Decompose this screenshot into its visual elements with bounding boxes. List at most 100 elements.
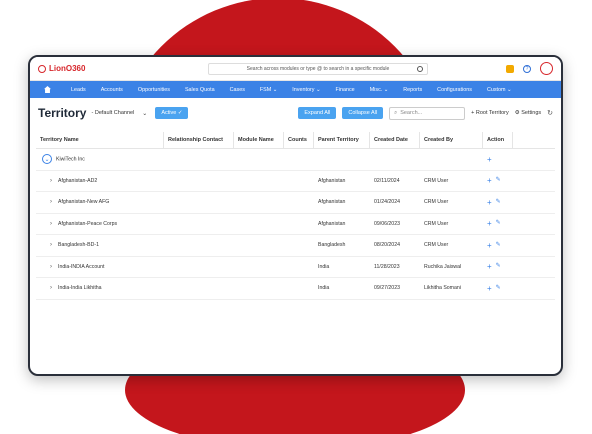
nav-item-custom[interactable]: Custom ⌄	[487, 87, 512, 93]
header-created-by: Created By	[420, 132, 483, 148]
recent-history-icon[interactable]	[417, 65, 423, 72]
refresh-icon[interactable]: ↻	[547, 109, 553, 117]
add-child-icon[interactable]: +	[487, 219, 492, 228]
main-nav: Leads Accounts Opportunities Sales Quota…	[30, 81, 561, 98]
collapse-toggle-icon[interactable]: ⌄	[42, 154, 52, 165]
parent-territory: Afghanistan	[318, 220, 346, 227]
territory-table: Territory Name Relationship Contact Modu…	[36, 132, 555, 300]
created-date: 08/20/2024	[374, 242, 400, 249]
global-search-placeholder: Search across modules or type @ to searc…	[246, 65, 390, 72]
notification-bell-icon[interactable]	[506, 64, 514, 73]
status-filter-button[interactable]: Active ✓	[155, 107, 189, 119]
top-bar: LionO360 Search across modules or type @…	[30, 57, 561, 81]
parent-territory: Afghanistan	[318, 199, 346, 206]
settings-label: Settings	[521, 110, 542, 116]
help-icon[interactable]: ?	[523, 64, 531, 73]
created-date: 02/11/2024	[374, 177, 400, 184]
edit-icon[interactable]: ✎	[496, 241, 501, 250]
header-created-date: Created Date	[370, 132, 420, 148]
created-by: Ruchika Jaiswal	[424, 263, 462, 270]
territory-name: Afghanistan-Peace Corps	[58, 220, 118, 227]
toolbar-actions: Expand All Collapse All ⌕ Search... + Ro…	[298, 106, 553, 120]
lion-logo-icon	[38, 64, 46, 73]
chevron-right-icon[interactable]: ›	[50, 264, 52, 270]
table-row[interactable]: › Afghanistan-AD2 Afghanistan 02/11/2024 …	[36, 171, 555, 192]
collapse-all-button[interactable]: Collapse All	[342, 107, 384, 119]
table-row[interactable]: › India-INDIA Account India 11/28/2023 Ru…	[36, 257, 555, 278]
root-territory-name: KiwiTech Inc	[56, 156, 85, 163]
territory-name: India-INDIA Account	[58, 263, 105, 270]
header-parent-territory: Parent Territory	[314, 132, 370, 148]
add-child-icon[interactable]: +	[487, 176, 492, 185]
add-child-icon[interactable]: +	[487, 262, 492, 271]
nav-item-finance[interactable]: Finance	[336, 87, 355, 93]
nav-item-fsm[interactable]: FSM ⌄	[260, 87, 277, 93]
created-by: CRM User	[424, 177, 449, 184]
created-by: Likhitha Somani	[424, 285, 461, 292]
gear-icon: ⚙	[514, 110, 520, 116]
nav-item-configurations[interactable]: Configurations	[437, 87, 472, 93]
header-counts: Counts	[284, 132, 314, 148]
table-row[interactable]: › Afghanistan-Peace Corps Afghanistan 09/…	[36, 214, 555, 235]
edit-icon[interactable]: ✎	[496, 284, 501, 293]
add-child-icon[interactable]: +	[487, 155, 492, 164]
chevron-down-icon[interactable]: ⌄	[142, 110, 147, 117]
expand-all-button[interactable]: Expand All	[298, 107, 337, 119]
home-icon[interactable]	[44, 86, 51, 93]
chevron-right-icon[interactable]: ›	[50, 199, 52, 205]
territory-search-input[interactable]: ⌕ Search...	[389, 106, 466, 120]
brand-name: LionO360	[49, 64, 86, 73]
territory-name: India-India Likhitha	[58, 285, 102, 292]
user-avatar[interactable]	[540, 62, 553, 75]
created-by: CRM User	[424, 242, 449, 249]
created-date: 09/06/2023	[374, 220, 400, 227]
channel-label: Default Channel	[94, 110, 135, 116]
parent-territory: Bangladesh	[318, 242, 346, 249]
edit-icon[interactable]: ✎	[496, 176, 501, 185]
nav-item-leads[interactable]: Leads	[71, 87, 86, 93]
root-territory-button[interactable]: + Root Territory	[471, 110, 509, 116]
nav-item-misc[interactable]: Misc. ⌄	[370, 87, 389, 93]
chevron-right-icon[interactable]: ›	[50, 221, 52, 227]
chevron-right-icon[interactable]: ›	[50, 285, 52, 291]
edit-icon[interactable]: ✎	[496, 198, 501, 207]
app-window: LionO360 Search across modules or type @…	[28, 55, 563, 376]
header-relationship-contact: Relationship Contact	[164, 132, 234, 148]
territory-name: Bangladesh-BD-1	[58, 242, 99, 249]
settings-button[interactable]: ⚙ Settings	[515, 110, 541, 116]
nav-item-opportunities[interactable]: Opportunities	[138, 87, 170, 93]
table-row[interactable]: › Bangladesh-BD-1 Bangladesh 08/20/2024 C…	[36, 235, 555, 257]
table-row-root[interactable]: ⌄ KiwiTech Inc +	[36, 149, 555, 171]
edit-icon[interactable]: ✎	[496, 262, 501, 271]
channel-selector[interactable]: - Default Channel	[91, 110, 134, 116]
marketing-stage: LionO360 Search across modules or type @…	[0, 0, 592, 434]
global-search-input[interactable]: Search across modules or type @ to searc…	[208, 62, 428, 75]
add-child-icon[interactable]: +	[487, 198, 492, 207]
nav-item-accounts[interactable]: Accounts	[101, 87, 123, 93]
created-date: 11/28/2023	[374, 263, 400, 270]
created-date: 01/24/2024	[374, 199, 400, 206]
nav-item-sales-quota[interactable]: Sales Quota	[185, 87, 215, 93]
brand-logo[interactable]: LionO360	[38, 64, 208, 73]
header-action: Action	[483, 132, 513, 148]
nav-item-inventory[interactable]: Inventory ⌄	[292, 87, 320, 93]
chevron-right-icon[interactable]: ›	[50, 242, 52, 248]
territory-name: Afghanistan-New AFG	[58, 199, 110, 206]
parent-territory: India	[318, 263, 330, 270]
created-by: CRM User	[424, 220, 449, 227]
page-toolbar: Territory - Default Channel ⌄ Active ✓ E…	[30, 98, 561, 128]
status-label: Active	[161, 110, 177, 116]
table-row[interactable]: › India-India Likhitha India 09/27/2023 L…	[36, 278, 555, 300]
page-title: Territory	[38, 106, 87, 120]
nav-item-reports[interactable]: Reports	[403, 87, 422, 93]
nav-item-cases[interactable]: Cases	[230, 87, 245, 93]
header-territory-name: Territory Name	[36, 132, 164, 148]
add-child-icon[interactable]: +	[487, 284, 492, 293]
table-row[interactable]: › Afghanistan-New AFG Afghanistan 01/24/2…	[36, 192, 555, 214]
chevron-right-icon[interactable]: ›	[50, 178, 52, 184]
created-date: 09/27/2023	[374, 285, 400, 292]
table-header: Territory Name Relationship Contact Modu…	[36, 132, 555, 149]
root-territory-label: Root Territory	[475, 110, 509, 116]
edit-icon[interactable]: ✎	[496, 219, 501, 228]
add-child-icon[interactable]: +	[487, 241, 492, 250]
